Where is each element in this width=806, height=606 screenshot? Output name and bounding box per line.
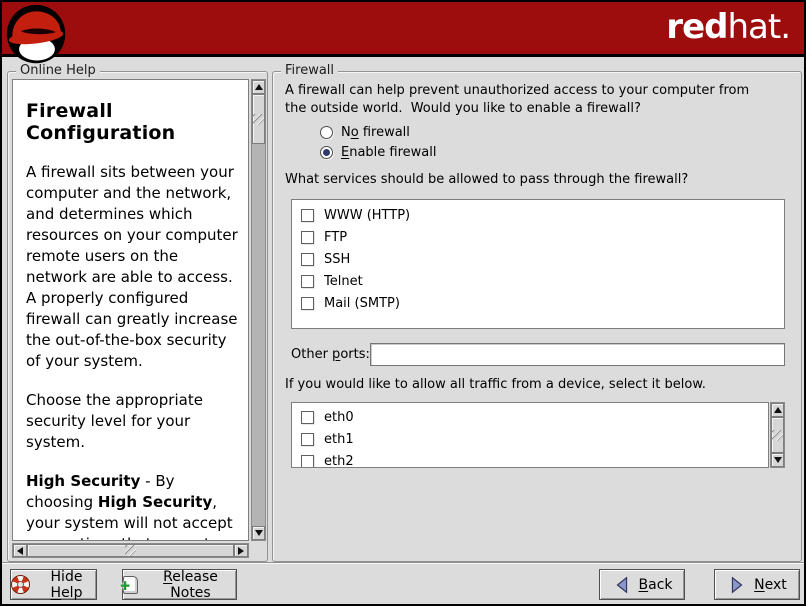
- other-ports-label: Other ports:: [291, 347, 370, 362]
- release-notes-button[interactable]: Release Notes: [122, 569, 237, 600]
- firewall-frame-label: Firewall: [281, 63, 338, 78]
- help-paragraph-1: A firewall sits between your computer an…: [26, 162, 242, 372]
- arrow-up-icon: [774, 407, 782, 413]
- arrow-left-icon: [612, 575, 632, 595]
- next-label: Next: [754, 577, 787, 593]
- service-row-ssh[interactable]: SSH: [292, 248, 784, 270]
- service-label: SSH: [324, 252, 350, 267]
- help-title: Firewall Configuration: [26, 100, 242, 144]
- service-row-telnet[interactable]: Telnet: [292, 270, 784, 292]
- firewall-radio-group: No firewall Enable firewall: [320, 125, 437, 160]
- bottom-separator: [2, 562, 804, 564]
- services-question: What services should be allowed to pass …: [285, 172, 688, 187]
- help-content-view: Firewall Configuration A firewall sits b…: [12, 79, 249, 541]
- back-label: Back: [639, 577, 673, 593]
- scroll-down-button[interactable]: [771, 453, 784, 467]
- radio-button-icon[interactable]: [320, 126, 333, 139]
- other-ports-input[interactable]: [370, 343, 785, 366]
- checkbox-icon[interactable]: [301, 231, 314, 244]
- thumb-grip-icon: [253, 95, 264, 143]
- online-help-panel: Online Help Firewall Configuration A fir…: [7, 71, 268, 562]
- service-row-www-http[interactable]: WWW (HTTP): [292, 204, 784, 226]
- arrow-right-icon: [238, 547, 244, 555]
- radio-enable-firewall-label: Enable firewall: [341, 145, 437, 160]
- checkbox-icon[interactable]: [301, 253, 314, 266]
- hide-help-label: Hide Help: [37, 569, 96, 601]
- wordmark-period: .: [780, 7, 790, 47]
- help-bold-high-security-1: High Security: [26, 472, 140, 490]
- redhat-shadowman-logo-icon: [4, 2, 70, 68]
- header-banner: redhat.: [2, 2, 804, 57]
- wordmark-hat: hat: [727, 7, 780, 47]
- devices-vertical-scrollbar[interactable]: [770, 402, 785, 468]
- device-row-eth0[interactable]: eth0: [292, 406, 768, 428]
- hide-help-button[interactable]: Hide Help: [10, 569, 97, 600]
- firewall-panel: Firewall A firewall can help prevent una…: [272, 71, 802, 562]
- release-notes-label: Release Notes: [145, 569, 236, 601]
- help-hscroll-thumb[interactable]: [27, 544, 234, 557]
- device-label: eth2: [324, 454, 354, 469]
- checkbox-icon[interactable]: [301, 209, 314, 222]
- scroll-down-button[interactable]: [252, 526, 265, 540]
- thumb-grip-icon: [772, 418, 783, 452]
- scroll-left-button[interactable]: [13, 544, 27, 557]
- service-label: FTP: [324, 230, 347, 245]
- thumb-grip-icon: [28, 545, 233, 556]
- help-vertical-scrollbar[interactable]: [251, 79, 266, 541]
- service-row-mail-smtp[interactable]: Mail (SMTP): [292, 292, 784, 314]
- radio-no-firewall[interactable]: No firewall: [320, 125, 437, 140]
- checkbox-icon[interactable]: [301, 411, 314, 424]
- arrow-left-icon: [17, 547, 23, 555]
- release-notes-page-icon: [123, 576, 138, 594]
- wordmark-red: red: [666, 7, 727, 47]
- device-row-eth1[interactable]: eth1: [292, 428, 768, 450]
- device-row-eth2[interactable]: eth2: [292, 450, 768, 468]
- help-vscroll-thumb[interactable]: [252, 94, 265, 144]
- scroll-right-button[interactable]: [234, 544, 248, 557]
- help-paragraph-2: Choose the appropriate security level fo…: [26, 390, 242, 453]
- redhat-wordmark: redhat.: [666, 7, 790, 47]
- scroll-track[interactable]: [252, 144, 265, 526]
- installer-window: redhat. Online Help Firewall Configurati…: [0, 0, 806, 606]
- devices-list[interactable]: eth0 eth1 eth2: [291, 402, 769, 468]
- service-row-ftp[interactable]: FTP: [292, 226, 784, 248]
- scroll-up-button[interactable]: [252, 80, 265, 94]
- checkbox-icon[interactable]: [301, 433, 314, 446]
- help-paragraph-3: High Security - By choosing High Securit…: [26, 471, 242, 541]
- help-bold-high-security-2: High Security: [98, 493, 212, 511]
- checkbox-icon[interactable]: [301, 275, 314, 288]
- device-label: eth0: [324, 410, 354, 425]
- other-ports-row: Other ports:: [291, 343, 785, 366]
- next-button[interactable]: Next: [714, 569, 800, 600]
- arrow-right-icon: [727, 575, 747, 595]
- services-list[interactable]: WWW (HTTP) FTP SSH Telnet Mail (SMTP): [291, 199, 785, 329]
- checkbox-icon[interactable]: [301, 455, 314, 468]
- arrow-down-icon: [255, 530, 263, 536]
- lifebuoy-icon: [11, 575, 30, 594]
- scroll-up-button[interactable]: [771, 403, 784, 417]
- service-label: WWW (HTTP): [324, 208, 410, 223]
- devices-note: If you would like to allow all traffic f…: [285, 377, 706, 392]
- radio-enable-firewall[interactable]: Enable firewall: [320, 145, 437, 160]
- back-button[interactable]: Back: [599, 569, 685, 600]
- firewall-intro-text: A firewall can help prevent unauthorized…: [285, 82, 769, 118]
- radio-button-selected-icon[interactable]: [320, 146, 333, 159]
- service-label: Mail (SMTP): [324, 296, 400, 311]
- service-label: Telnet: [324, 274, 363, 289]
- radio-no-firewall-label: No firewall: [341, 125, 410, 140]
- arrow-down-icon: [774, 457, 782, 463]
- checkbox-icon[interactable]: [301, 297, 314, 310]
- devices-vscroll-thumb[interactable]: [771, 417, 784, 453]
- arrow-up-icon: [255, 84, 263, 90]
- help-horizontal-scrollbar[interactable]: [12, 543, 249, 558]
- device-label: eth1: [324, 432, 354, 447]
- devices-section: eth0 eth1 eth2: [291, 402, 785, 468]
